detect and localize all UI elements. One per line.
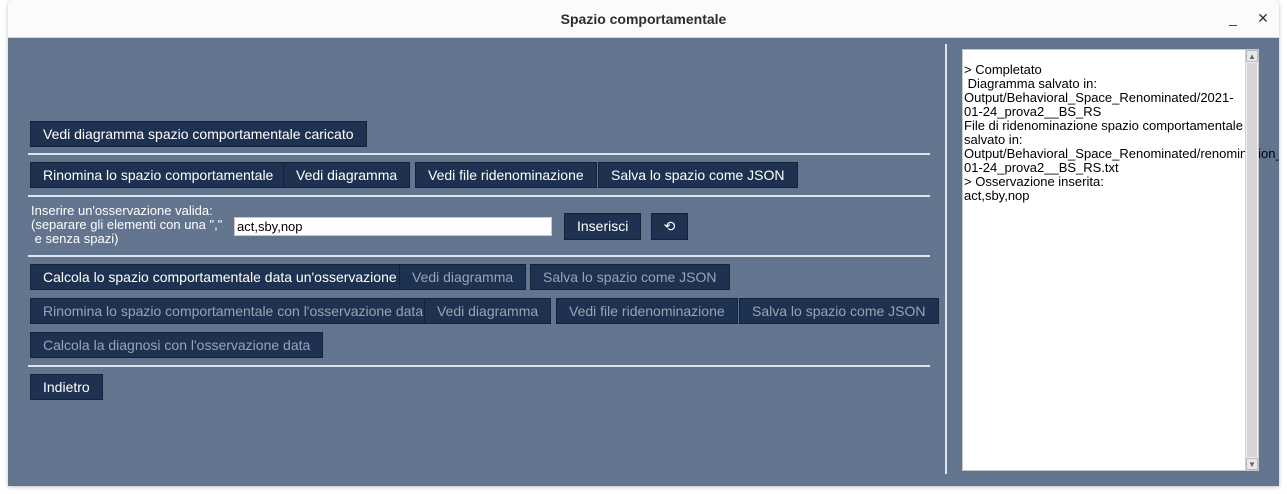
separator (28, 365, 930, 367)
window-title: Spazio comportamentale (560, 11, 727, 27)
scroll-up-icon[interactable]: ▲ (1246, 50, 1258, 62)
separator (28, 255, 930, 257)
output-text: > Completato Diagramma salvato in: Outpu… (964, 62, 1279, 203)
insert-button[interactable]: Inserisci (564, 213, 642, 240)
view-rename-file-button[interactable]: Vedi file ridenominazione (415, 162, 597, 188)
observation-input[interactable] (234, 217, 552, 236)
scroll-thumb[interactable] (1247, 63, 1257, 457)
close-icon[interactable]: ✕ (1254, 9, 1272, 27)
scrollbar[interactable]: ▲ ▼ (1245, 50, 1258, 470)
compute-space-button[interactable]: Calcola lo spazio comportamentale data u… (30, 264, 410, 290)
compute-diagnosis-button[interactable]: Calcola la diagnosi con l'osservazione d… (30, 332, 324, 358)
minimize-icon[interactable]: _ (1224, 9, 1242, 27)
scroll-down-icon[interactable]: ▼ (1246, 458, 1258, 470)
rename-space-obs-button[interactable]: Rinomina lo spazio comportamentale con l… (30, 298, 437, 324)
app-window: Spazio comportamentale _ ✕ Vedi diagramm… (8, 0, 1279, 486)
view-loaded-diagram-button[interactable]: Vedi diagramma spazio comportamentale ca… (30, 121, 367, 147)
save-json-obs-button[interactable]: Salva lo spazio come JSON (530, 264, 730, 290)
view-rename-file-obs-button[interactable]: Vedi file ridenominazione (556, 298, 738, 324)
observation-label: Inserire un'osservazione valida: (separa… (31, 203, 223, 246)
title-bar: Spazio comportamentale _ ✕ (8, 0, 1279, 38)
reset-icon[interactable]: ⟲ (651, 213, 688, 240)
view-diagram-obs-button[interactable]: Vedi diagramma (399, 264, 527, 290)
view-diagram-obs-button-2[interactable]: Vedi diagramma (424, 298, 552, 324)
view-diagram-button[interactable]: Vedi diagramma (283, 162, 411, 188)
save-json-obs-button-2[interactable]: Salva lo spazio come JSON (739, 298, 939, 324)
output-panel[interactable]: > Completato Diagramma salvato in: Outpu… (962, 49, 1279, 471)
separator (28, 153, 930, 155)
save-json-button[interactable]: Salva lo spazio come JSON (598, 162, 798, 188)
separator (28, 195, 930, 197)
vertical-separator (945, 44, 947, 474)
main-panel: Vedi diagramma spazio comportamentale ca… (8, 38, 1279, 486)
rename-space-button[interactable]: Rinomina lo spazio comportamentale (30, 162, 287, 188)
back-button[interactable]: Indietro (30, 374, 103, 400)
